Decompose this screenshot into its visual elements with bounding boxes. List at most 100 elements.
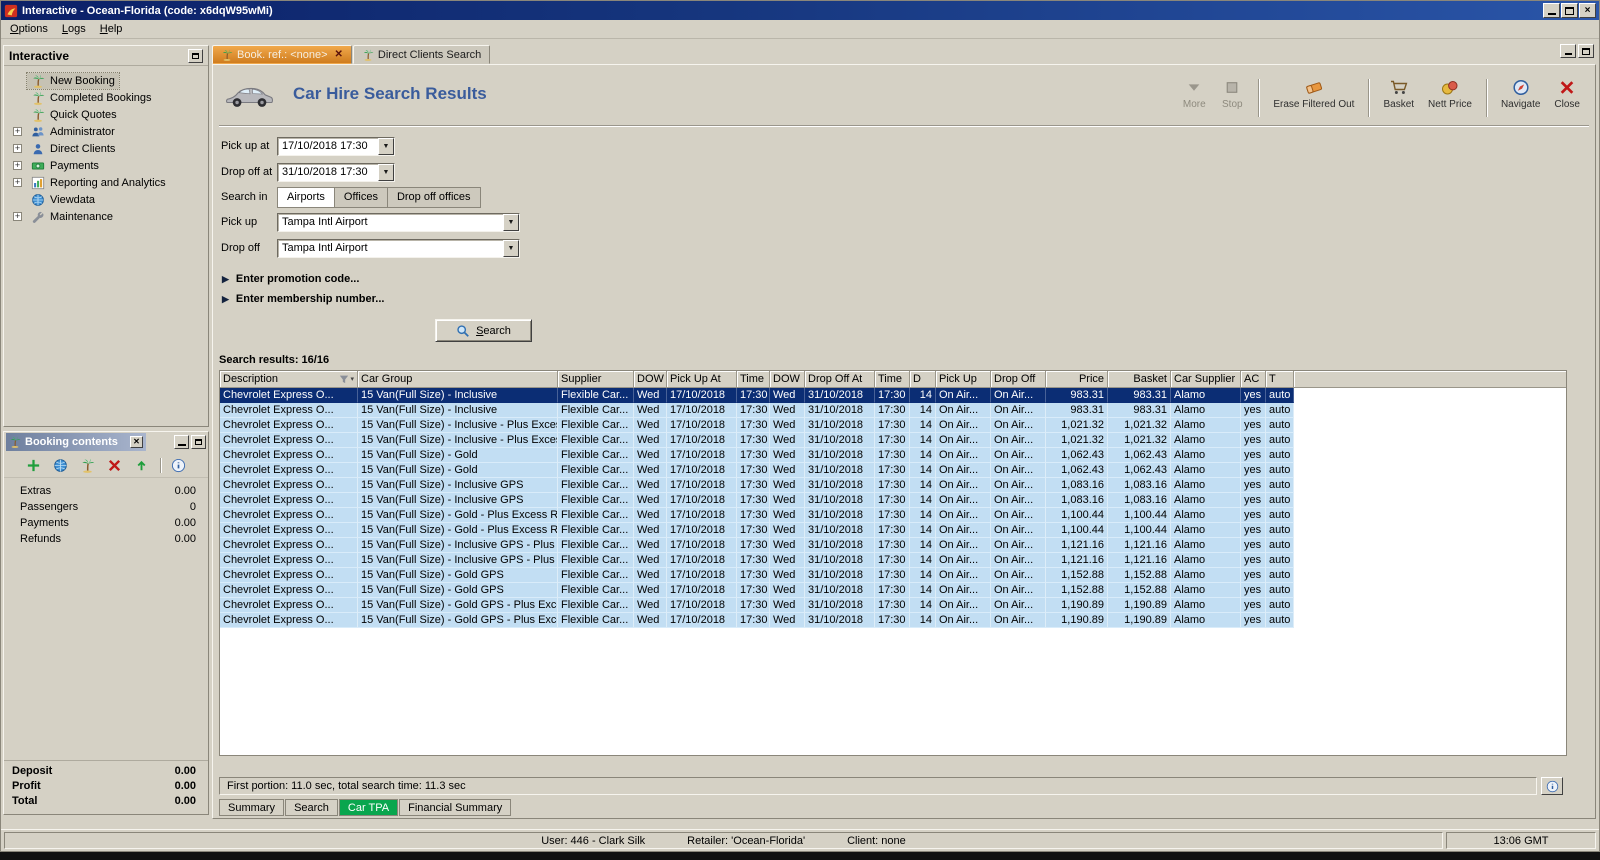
sidebar-item-viewdata[interactable]: +Viewdata: [6, 191, 206, 208]
booking-contents-row[interactable]: Refunds0.00: [4, 532, 208, 548]
maximize-button[interactable]: [1561, 3, 1578, 18]
info-button[interactable]: [1541, 777, 1563, 795]
chevron-down-icon[interactable]: ▼: [503, 240, 519, 257]
table-row[interactable]: Chevrolet Express O...15 Van(Full Size) …: [220, 388, 1566, 403]
column-header-basket-13[interactable]: Basket: [1108, 371, 1171, 388]
info-button[interactable]: [170, 457, 188, 475]
menu-help[interactable]: Help: [93, 21, 130, 37]
menu-options[interactable]: Options: [3, 21, 55, 37]
column-header-d-9[interactable]: D: [910, 371, 936, 388]
column-header-ac-15[interactable]: AC: [1241, 371, 1266, 388]
sidebar-item-new-booking[interactable]: +New Booking: [6, 72, 206, 89]
sidebar-item-completed-bookings[interactable]: +Completed Bookings: [6, 89, 206, 106]
expand-icon[interactable]: +: [13, 212, 22, 221]
nett-price-button[interactable]: Nett Price: [1423, 77, 1477, 112]
bottom-tab-search[interactable]: Search: [285, 799, 338, 816]
minimize-button[interactable]: [1543, 3, 1560, 18]
promotion-code-expander[interactable]: ▶ Enter promotion code...: [219, 269, 1589, 289]
column-header-drop-off-11[interactable]: Drop Off: [991, 371, 1046, 388]
table-row[interactable]: Chevrolet Express O...15 Van(Full Size) …: [220, 448, 1566, 463]
table-row[interactable]: Chevrolet Express O...15 Van(Full Size) …: [220, 598, 1566, 613]
expand-icon[interactable]: +: [13, 178, 22, 187]
panel-maximize-button[interactable]: [191, 435, 206, 449]
table-row[interactable]: Chevrolet Express O...15 Van(Full Size) …: [220, 433, 1566, 448]
menu-logs[interactable]: Logs: [55, 21, 93, 37]
filter-control[interactable]: ▾: [339, 374, 354, 384]
navigate-button[interactable]: Navigate: [1496, 77, 1545, 112]
search-in-offices[interactable]: Offices: [335, 187, 388, 208]
basket-button[interactable]: Basket: [1378, 77, 1419, 112]
dropoff-location-select[interactable]: Tampa Intl Airport ▼: [277, 239, 520, 258]
bottom-tab-summary[interactable]: Summary: [219, 799, 284, 816]
column-header-description-0[interactable]: Description▾: [220, 371, 358, 388]
table-row[interactable]: Chevrolet Express O...15 Van(Full Size) …: [220, 463, 1566, 478]
search-in-airports[interactable]: Airports: [277, 187, 335, 208]
table-row[interactable]: Chevrolet Express O...15 Van(Full Size) …: [220, 583, 1566, 598]
erase-filtered-out-button[interactable]: Erase Filtered Out: [1268, 77, 1359, 112]
promote-button[interactable]: [133, 457, 151, 475]
table-row[interactable]: Chevrolet Express O...15 Van(Full Size) …: [220, 478, 1566, 493]
chevron-down-icon[interactable]: ▼: [378, 138, 394, 155]
tab-direct-clients-search[interactable]: Direct Clients Search: [353, 45, 490, 64]
table-row[interactable]: Chevrolet Express O...15 Van(Full Size) …: [220, 403, 1566, 418]
close-panel-button[interactable]: ✕: [130, 436, 143, 448]
table-row[interactable]: Chevrolet Express O...15 Van(Full Size) …: [220, 553, 1566, 568]
column-header-t-16[interactable]: T: [1266, 371, 1294, 388]
membership-number-expander[interactable]: ▶ Enter membership number...: [219, 289, 1589, 309]
stop-button[interactable]: Stop: [1215, 77, 1249, 112]
table-row[interactable]: Chevrolet Express O...15 Van(Full Size) …: [220, 418, 1566, 433]
column-header-time-5[interactable]: Time: [737, 371, 770, 388]
add-button[interactable]: [25, 457, 43, 475]
chevron-down-icon[interactable]: ▼: [378, 164, 394, 181]
sidebar-item-direct-clients[interactable]: +Direct Clients: [6, 140, 206, 157]
bottom-tab-car-tpa[interactable]: Car TPA: [339, 799, 398, 816]
column-header-pick-up-at-4[interactable]: Pick Up At: [667, 371, 737, 388]
sidebar-item-administrator[interactable]: +Administrator: [6, 123, 206, 140]
expand-icon[interactable]: +: [13, 127, 22, 136]
more-button[interactable]: More: [1177, 77, 1211, 112]
booking-contents-row[interactable]: Extras0.00: [4, 484, 208, 500]
table-row[interactable]: Chevrolet Express O...15 Van(Full Size) …: [220, 568, 1566, 583]
booking-contents-row[interactable]: Passengers0: [4, 500, 208, 516]
sidebar-item-maintenance[interactable]: +Maintenance: [6, 208, 206, 225]
booking-contents-caption[interactable]: Booking contents ✕: [6, 433, 146, 451]
table-row[interactable]: Chevrolet Express O...15 Van(Full Size) …: [220, 538, 1566, 553]
pickup-location-select[interactable]: Tampa Intl Airport ▼: [277, 213, 520, 232]
bottom-tab-financial-summary[interactable]: Financial Summary: [399, 799, 511, 816]
chevron-down-icon[interactable]: ▼: [503, 214, 519, 231]
sidebar-item-payments[interactable]: +Payments: [6, 157, 206, 174]
expand-icon[interactable]: +: [13, 161, 22, 170]
dropoff-at-input[interactable]: 31/10/2018 17:30 ▼: [277, 163, 395, 182]
column-header-car-group-1[interactable]: Car Group: [358, 371, 558, 388]
mdi-restore-button[interactable]: [1578, 44, 1594, 58]
column-header-pick-up-10[interactable]: Pick Up: [936, 371, 991, 388]
sidebar-item-quick-quotes[interactable]: +Quick Quotes: [6, 106, 206, 123]
mdi-minimize-button[interactable]: [1560, 44, 1576, 58]
expand-icon[interactable]: +: [13, 144, 22, 153]
tab-close-icon[interactable]: ✕: [335, 49, 343, 60]
column-header-car-supplier-14[interactable]: Car Supplier: [1171, 371, 1241, 388]
column-header-price-12[interactable]: Price: [1046, 371, 1108, 388]
tab-booking-ref[interactable]: Book. ref.: <none> ✕: [212, 45, 352, 64]
column-header-time-8[interactable]: Time: [875, 371, 910, 388]
column-header-dow-3[interactable]: DOW: [634, 371, 667, 388]
column-header-drop-off-at-7[interactable]: Drop Off At: [805, 371, 875, 388]
delete-button[interactable]: [106, 457, 124, 475]
close-button[interactable]: Close: [1549, 77, 1585, 112]
panel-minimize-button[interactable]: [174, 435, 189, 449]
table-row[interactable]: Chevrolet Express O...15 Van(Full Size) …: [220, 523, 1566, 538]
column-header-dow-6[interactable]: DOW: [770, 371, 805, 388]
close-button[interactable]: ×: [1579, 3, 1596, 18]
table-row[interactable]: Chevrolet Express O...15 Van(Full Size) …: [220, 508, 1566, 523]
collapse-button[interactable]: [188, 49, 203, 63]
sidebar-item-reporting-and-analytics[interactable]: +Reporting and Analytics: [6, 174, 206, 191]
table-row[interactable]: Chevrolet Express O...15 Van(Full Size) …: [220, 493, 1566, 508]
world-button[interactable]: [52, 457, 70, 475]
table-row[interactable]: Chevrolet Express O...15 Van(Full Size) …: [220, 613, 1566, 628]
booking-contents-row[interactable]: Payments0.00: [4, 516, 208, 532]
pickup-at-input[interactable]: 17/10/2018 17:30 ▼: [277, 137, 395, 156]
search-button[interactable]: Search: [435, 319, 532, 342]
transfer-button[interactable]: [79, 457, 97, 475]
search-in-drop-off-offices[interactable]: Drop off offices: [388, 187, 481, 208]
column-header-supplier-2[interactable]: Supplier: [558, 371, 634, 388]
